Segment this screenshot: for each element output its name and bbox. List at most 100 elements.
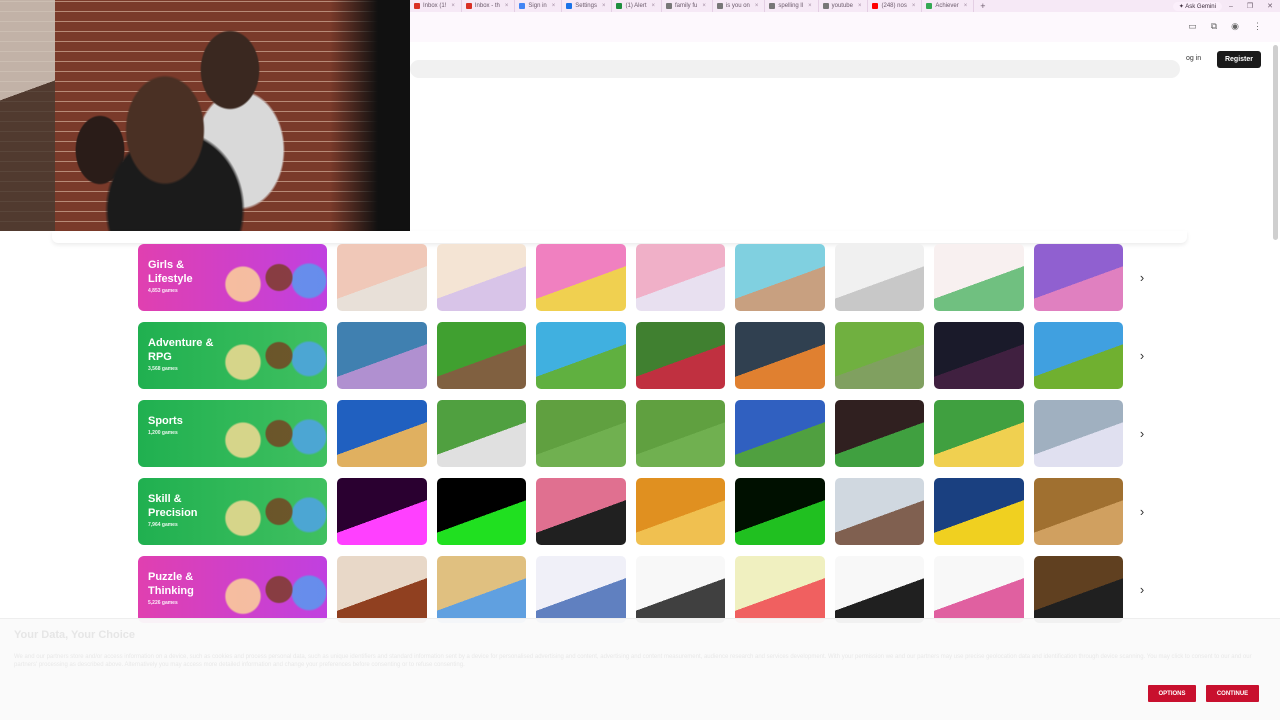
game-thumbnail[interactable] <box>436 322 527 389</box>
tab-close-icon[interactable]: × <box>652 3 656 9</box>
tab-close-icon[interactable]: × <box>552 3 556 9</box>
game-thumbnail[interactable] <box>735 478 825 545</box>
chevron-right-icon[interactable]: › <box>1136 426 1148 441</box>
browser-tab[interactable]: spelling ll × <box>765 0 819 12</box>
game-thumbnail[interactable] <box>436 244 527 311</box>
game-thumbnail[interactable] <box>536 322 626 389</box>
chevron-right-icon[interactable]: › <box>1136 504 1148 519</box>
game-thumbnail[interactable] <box>1033 478 1124 545</box>
extensions-icon[interactable]: ⧉ <box>1211 21 1217 32</box>
game-thumbnail[interactable] <box>934 478 1024 545</box>
category-row: Puzzle & Thinking 5,226 games › <box>138 556 1148 623</box>
game-thumbnail[interactable] <box>1033 400 1124 467</box>
game-thumbnail[interactable] <box>536 400 626 467</box>
tab-label: is you on <box>725 3 750 9</box>
tab-close-icon[interactable]: × <box>755 3 759 9</box>
tab-close-icon[interactable]: × <box>505 3 509 9</box>
continue-button[interactable]: CONTINUE <box>1206 685 1259 702</box>
game-thumbnail[interactable] <box>834 556 925 623</box>
browser-tab[interactable]: Achiever × <box>922 0 975 12</box>
tab-close-icon[interactable]: × <box>858 3 862 9</box>
game-thumbnail[interactable] <box>337 244 427 311</box>
browser-tab[interactable]: family fu × <box>662 0 713 12</box>
menu-icon[interactable]: ⋮ <box>1253 21 1262 32</box>
chevron-right-icon[interactable]: › <box>1136 348 1148 363</box>
game-thumbnail[interactable] <box>834 400 925 467</box>
game-thumbnail[interactable] <box>635 556 726 623</box>
page-scrollbar[interactable] <box>1273 45 1278 240</box>
game-thumbnail[interactable] <box>337 478 427 545</box>
tab-close-icon[interactable]: × <box>912 3 916 9</box>
tab-label: (1) Alert <box>625 3 647 9</box>
game-thumbnail[interactable] <box>436 478 527 545</box>
game-thumbnail[interactable] <box>536 478 626 545</box>
browser-tab[interactable]: (248) nos × <box>868 0 923 12</box>
tab-close-icon[interactable]: × <box>702 3 706 9</box>
browser-tab[interactable]: youtube × <box>819 0 869 12</box>
game-thumbnail[interactable] <box>834 478 925 545</box>
game-thumbnail[interactable] <box>635 322 726 389</box>
tab-close-icon[interactable]: × <box>964 3 968 9</box>
game-thumbnail[interactable] <box>934 244 1024 311</box>
game-thumbnail[interactable] <box>1033 244 1124 311</box>
tab-close-icon[interactable]: × <box>451 3 455 9</box>
category-card[interactable]: Skill & Precision 7,964 games <box>138 478 328 545</box>
tab-label: Sign in <box>528 3 547 9</box>
browser-tab[interactable]: is you on × <box>713 0 766 12</box>
cast-icon[interactable]: ▭ <box>1188 21 1197 32</box>
tab-favicon-icon <box>666 3 673 9</box>
search-placeholder-bar[interactable] <box>410 60 1180 78</box>
game-thumbnail[interactable] <box>934 400 1024 467</box>
browser-tab[interactable]: Sign in × <box>515 0 563 12</box>
category-card[interactable]: Puzzle & Thinking 5,226 games <box>138 556 328 623</box>
category-card[interactable]: Adventure & RPG 3,568 games <box>138 322 328 389</box>
game-thumbnail[interactable] <box>1033 322 1124 389</box>
game-thumbnail[interactable] <box>337 400 427 467</box>
game-thumbnail[interactable] <box>735 322 825 389</box>
game-thumbnail[interactable] <box>735 244 825 311</box>
game-thumbnail[interactable] <box>337 556 427 623</box>
game-thumbnail[interactable] <box>635 244 726 311</box>
browser-tab[interactable]: Settings × <box>562 0 613 12</box>
game-thumbnail[interactable] <box>735 556 825 623</box>
category-card[interactable]: Girls & Lifestyle 4,853 games <box>138 244 328 311</box>
game-thumbnail[interactable] <box>337 322 427 389</box>
game-thumbnail[interactable] <box>934 556 1024 623</box>
category-row: Skill & Precision 7,964 games › <box>138 478 1148 545</box>
category-art <box>207 244 328 311</box>
login-link[interactable]: og in <box>1186 55 1201 62</box>
browser-toolbar: ▭ ⧉ ◉ ⋮ <box>410 12 1280 42</box>
profile-icon[interactable]: ◉ <box>1231 21 1239 32</box>
category-card[interactable]: Sports 1,200 games <box>138 400 328 467</box>
win-close-button[interactable]: ✕ <box>1260 2 1280 10</box>
tab-close-icon[interactable]: × <box>808 3 812 9</box>
game-thumbnail[interactable] <box>635 478 726 545</box>
win-max-button[interactable]: ❐ <box>1240 2 1260 10</box>
register-button[interactable]: Register <box>1217 51 1261 68</box>
tab-favicon-icon <box>769 3 776 9</box>
game-thumbnail[interactable] <box>735 400 825 467</box>
ask-gemini-button[interactable]: ✦ Ask Gemini <box>1172 1 1222 11</box>
browser-tab[interactable]: Inbox (1! × <box>410 0 462 12</box>
category-title: Skill & Precision <box>148 493 198 519</box>
win-min-button[interactable]: – <box>1222 3 1240 10</box>
game-thumbnail[interactable] <box>536 556 626 623</box>
options-button[interactable]: OPTIONS <box>1148 685 1196 702</box>
tab-close-icon[interactable]: × <box>602 3 606 9</box>
game-thumbnail[interactable] <box>1033 556 1124 623</box>
game-thumbnail[interactable] <box>436 400 527 467</box>
tab-label: Achiever <box>935 3 959 9</box>
chevron-right-icon[interactable]: › <box>1136 582 1148 597</box>
game-thumbnail[interactable] <box>635 400 726 467</box>
category-count: 1,200 games <box>148 430 178 436</box>
browser-tab[interactable]: Inbox - th × <box>462 0 516 12</box>
tab-favicon-icon <box>566 3 573 9</box>
game-thumbnail[interactable] <box>436 556 527 623</box>
chevron-right-icon[interactable]: › <box>1136 270 1148 285</box>
browser-tab[interactable]: (1) Alert × <box>612 0 663 12</box>
game-thumbnail[interactable] <box>834 322 925 389</box>
new-tab-button[interactable]: + <box>974 1 991 11</box>
game-thumbnail[interactable] <box>934 322 1024 389</box>
game-thumbnail[interactable] <box>834 244 925 311</box>
game-thumbnail[interactable] <box>536 244 626 311</box>
